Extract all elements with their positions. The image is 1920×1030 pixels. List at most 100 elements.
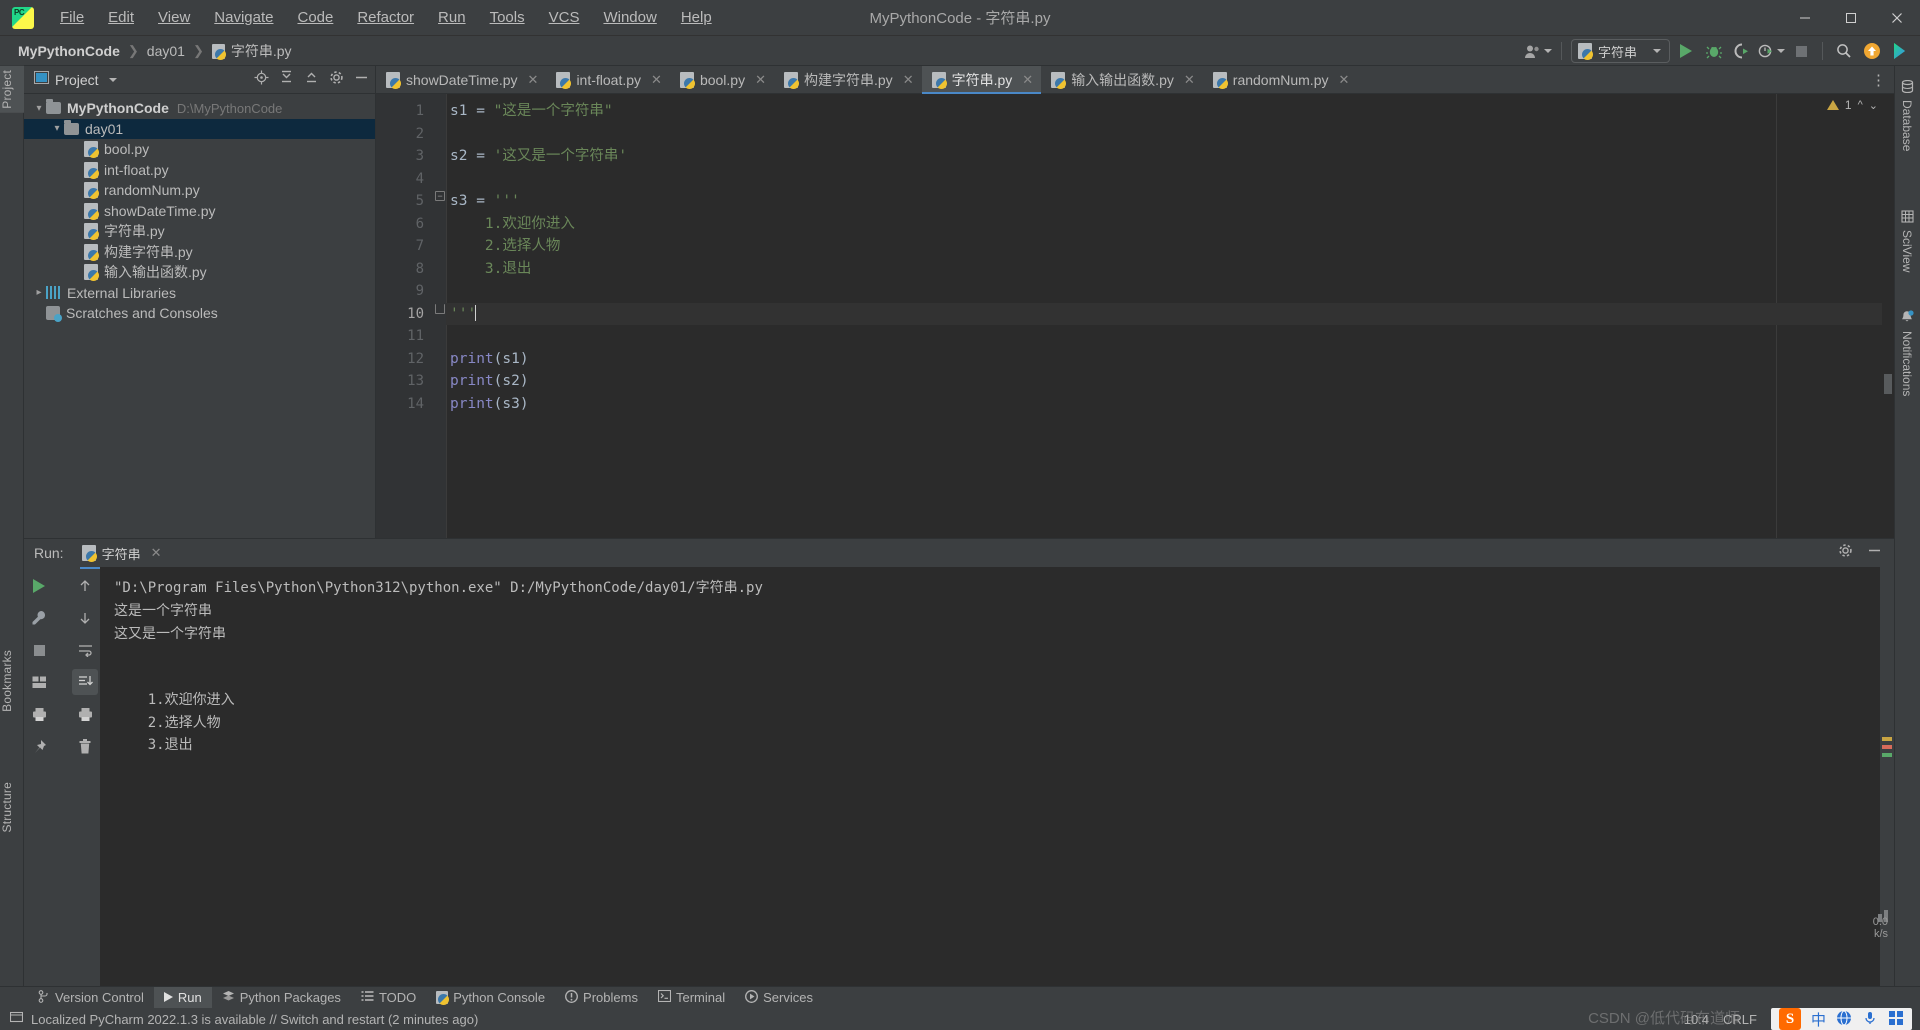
editor-gutter[interactable]: 1 2 3 4 5 6 7 8 9 10 11 12 13 14 bbox=[376, 94, 434, 538]
tool-window-todo[interactable]: TODO bbox=[351, 987, 426, 1009]
code-line[interactable]: s1 = "这是一个字符串" bbox=[446, 100, 1894, 123]
fold-region-end-icon[interactable] bbox=[435, 304, 445, 314]
tree-item-zifuchuan-py[interactable]: 字符串.py bbox=[24, 221, 375, 242]
menu-item-help[interactable]: Help bbox=[669, 5, 724, 30]
pin-icon[interactable] bbox=[26, 733, 52, 759]
close-icon[interactable]: ✕ bbox=[651, 72, 662, 88]
sidebar-item-notifications[interactable]: Notifications bbox=[1895, 306, 1919, 400]
inspection-widget[interactable]: 1 ^ ⌄ bbox=[1826, 98, 1878, 112]
sidebar-item-database[interactable]: Database bbox=[1895, 76, 1919, 155]
editor-tab-randomnum-py[interactable]: randomNum.py ✕ bbox=[1203, 66, 1358, 93]
sidebar-item-structure[interactable]: Structure bbox=[0, 778, 24, 837]
code-line[interactable]: 2.选择人物 bbox=[446, 235, 1894, 258]
code-line[interactable]: 1.欢迎你进入 bbox=[446, 213, 1894, 236]
editor-fold-strip[interactable] bbox=[434, 94, 446, 538]
editor-tab-shurushuchu-py[interactable]: 输入输出函数.py ✕ bbox=[1041, 66, 1203, 93]
ime-mode-indicator[interactable]: 中 bbox=[1811, 1009, 1826, 1030]
fold-region-start-icon[interactable]: − bbox=[435, 191, 445, 201]
close-icon[interactable]: ✕ bbox=[528, 72, 539, 88]
breadcrumb-project[interactable]: MyPythonCode bbox=[14, 41, 124, 61]
menu-item-vcs[interactable]: VCS bbox=[537, 5, 592, 30]
menu-item-refactor[interactable]: Refactor bbox=[345, 5, 426, 30]
editor-tab-zifuchuan-py[interactable]: 字符串.py ✕ bbox=[921, 66, 1042, 94]
editor-tab-int-float-py[interactable]: int-float.py ✕ bbox=[546, 66, 670, 93]
code-line[interactable]: 3.退出 bbox=[446, 258, 1894, 281]
editor-scrollbar-thumb[interactable] bbox=[1884, 374, 1892, 394]
print-icon[interactable] bbox=[72, 701, 98, 727]
wrench-icon[interactable] bbox=[26, 605, 52, 631]
chevron-down-icon[interactable]: ▾ bbox=[32, 103, 46, 114]
print-icon[interactable] bbox=[26, 701, 52, 727]
ide-tools-icon[interactable] bbox=[1888, 39, 1912, 63]
run-icon[interactable] bbox=[1674, 39, 1698, 63]
status-message[interactable]: Localized PyCharm 2022.1.3 is available … bbox=[31, 1012, 478, 1027]
tool-window-python-console[interactable]: Python Console bbox=[426, 987, 555, 1009]
menu-item-tools[interactable]: Tools bbox=[478, 5, 537, 30]
settings-gear-icon[interactable] bbox=[329, 70, 344, 90]
menu-item-view[interactable]: View bbox=[146, 5, 202, 30]
trash-icon[interactable] bbox=[72, 733, 98, 759]
run-configuration-selector[interactable]: 字符串 bbox=[1570, 39, 1670, 63]
console-output[interactable]: "D:\Program Files\Python\Python312\pytho… bbox=[100, 567, 1880, 986]
menu-item-edit[interactable]: Edit bbox=[96, 5, 146, 30]
profiler-icon[interactable] bbox=[1758, 39, 1785, 63]
code-text-area[interactable]: s1 = "这是一个字符串" s2 = '这又是一个字符串' s3 = ''' … bbox=[446, 94, 1894, 538]
tool-window-terminal[interactable]: Terminal bbox=[648, 987, 735, 1009]
tree-item-mypythoncode[interactable]: ▾ MyPythonCode D:\MyPythonCode bbox=[24, 98, 375, 119]
code-line[interactable]: print(s1) bbox=[446, 348, 1894, 371]
update-project-icon[interactable] bbox=[1860, 39, 1884, 63]
tool-window-python-packages[interactable]: Python Packages bbox=[212, 987, 351, 1009]
close-icon[interactable]: ✕ bbox=[1184, 72, 1195, 88]
soft-wrap-icon[interactable] bbox=[72, 637, 98, 663]
code-editor[interactable]: 1 2 3 4 5 6 7 8 9 10 11 12 13 14 − s1 = … bbox=[376, 94, 1894, 538]
panel-icon[interactable] bbox=[1888, 1010, 1904, 1029]
close-icon[interactable]: ✕ bbox=[1338, 72, 1349, 88]
hide-panel-icon[interactable] bbox=[354, 70, 369, 90]
tree-item-day01[interactable]: ▾ day01 bbox=[24, 118, 375, 139]
run-session-tab[interactable]: 字符串 ✕ bbox=[74, 541, 170, 569]
search-everywhere-icon[interactable] bbox=[1832, 39, 1856, 63]
gear-icon[interactable] bbox=[1838, 543, 1853, 563]
tree-item-goujianzifuchuan-py[interactable]: 构建字符串.py bbox=[24, 242, 375, 263]
chevron-right-icon[interactable]: ▸ bbox=[32, 287, 46, 298]
menu-item-window[interactable]: Window bbox=[591, 5, 668, 30]
editor-tab-showdatetime-py[interactable]: showDateTime.py ✕ bbox=[376, 66, 546, 93]
previous-problem-icon[interactable]: ^ bbox=[1858, 99, 1863, 111]
code-line[interactable] bbox=[446, 280, 1894, 303]
run-with-coverage-icon[interactable] bbox=[1730, 39, 1754, 63]
collapse-all-icon[interactable] bbox=[279, 70, 294, 90]
sidebar-item-bookmarks[interactable]: Bookmarks bbox=[0, 646, 24, 716]
tool-window-version-control[interactable]: Version Control bbox=[28, 987, 154, 1009]
breadcrumb-file[interactable]: 字符串.py bbox=[208, 39, 296, 63]
editor-tab-goujianzifuchuan-py[interactable]: 构建字符串.py ✕ bbox=[774, 66, 922, 93]
code-line[interactable]: s3 = ''' bbox=[446, 190, 1894, 213]
tree-item-randomnum-py[interactable]: randomNum.py bbox=[24, 180, 375, 201]
tree-item-scratches-and-consoles[interactable]: Scratches and Consoles bbox=[24, 303, 375, 324]
menu-item-file[interactable]: File bbox=[48, 5, 96, 30]
line-separator-indicator[interactable]: CRLF bbox=[1723, 1012, 1757, 1027]
tree-item-int-float-py[interactable]: int-float.py bbox=[24, 160, 375, 181]
next-problem-icon[interactable]: ⌄ bbox=[1869, 99, 1878, 112]
editor-tab-bool-py[interactable]: bool.py ✕ bbox=[670, 66, 774, 93]
code-line[interactable]: print(s3) bbox=[446, 393, 1894, 416]
editor-tabs-more-icon[interactable]: ⋮ bbox=[1863, 66, 1894, 93]
close-icon[interactable]: ✕ bbox=[755, 72, 766, 88]
up-icon[interactable] bbox=[72, 573, 98, 599]
expand-icon[interactable] bbox=[304, 70, 319, 90]
code-line[interactable]: print(s2) bbox=[446, 370, 1894, 393]
mic-icon[interactable] bbox=[1862, 1010, 1878, 1029]
menu-item-code[interactable]: Code bbox=[285, 5, 345, 30]
close-icon[interactable]: ✕ bbox=[903, 72, 914, 88]
scroll-to-end-icon[interactable] bbox=[72, 669, 98, 695]
tree-item-external-libraries[interactable]: ▸ External Libraries bbox=[24, 283, 375, 304]
close-button[interactable] bbox=[1874, 0, 1920, 36]
close-icon[interactable]: ✕ bbox=[151, 545, 162, 561]
code-line[interactable] bbox=[446, 123, 1894, 146]
chevron-down-icon[interactable] bbox=[108, 77, 117, 82]
code-line-current[interactable]: ''' bbox=[446, 302, 1894, 325]
close-icon[interactable]: ✕ bbox=[1022, 72, 1033, 88]
tool-window-run[interactable]: Run bbox=[153, 986, 212, 1009]
tree-item-showdatetime-py[interactable]: showDateTime.py bbox=[24, 201, 375, 222]
tool-window-services[interactable]: Services bbox=[735, 987, 823, 1009]
menu-item-navigate[interactable]: Navigate bbox=[202, 5, 285, 30]
